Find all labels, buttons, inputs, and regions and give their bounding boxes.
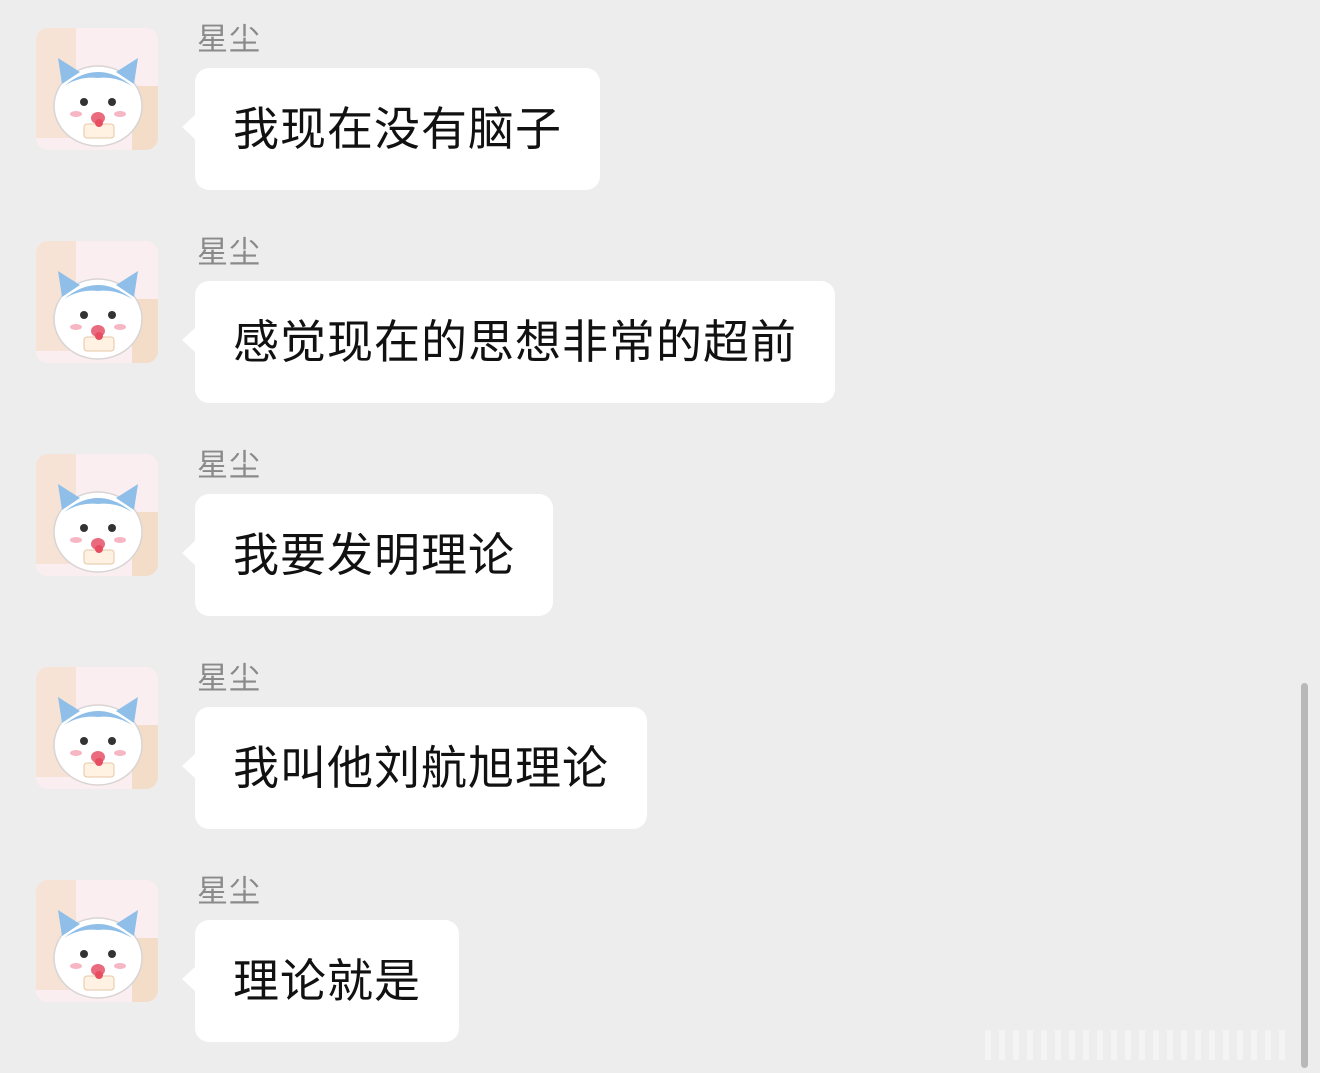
cat-eating-cake-icon xyxy=(36,667,158,789)
message-bubble[interactable]: 我现在没有脑子 xyxy=(182,68,600,190)
message-row: 星尘 我要发明理论 xyxy=(0,426,1290,616)
message-row: 星尘 我叫他刘航旭理论 xyxy=(0,639,1290,829)
avatar[interactable] xyxy=(36,241,158,363)
chat-window: 星尘 我现在没有脑子 星尘 感觉现在的思想非常的超前 星尘 我要发明理论 星尘 … xyxy=(0,0,1320,1073)
sender-name: 星尘 xyxy=(197,235,261,271)
cat-eating-cake-icon xyxy=(36,241,158,363)
message-bubble[interactable]: 感觉现在的思想非常的超前 xyxy=(182,281,835,403)
message-text: 理论就是 xyxy=(233,954,421,1008)
cat-eating-cake-icon xyxy=(36,880,158,1002)
message-bubble[interactable]: 我要发明理论 xyxy=(182,494,553,616)
sender-name: 星尘 xyxy=(197,661,261,697)
cat-eating-cake-icon xyxy=(36,454,158,576)
message-bubble[interactable]: 理论就是 xyxy=(182,920,459,1042)
message-text: 我要发明理论 xyxy=(233,528,515,582)
message-text: 我叫他刘航旭理论 xyxy=(233,741,609,795)
avatar[interactable] xyxy=(36,880,158,1002)
cat-eating-cake-icon xyxy=(36,28,158,150)
message-row: 星尘 理论就是 xyxy=(0,852,1290,1042)
avatar[interactable] xyxy=(36,667,158,789)
message-text: 我现在没有脑子 xyxy=(233,102,562,156)
sender-name: 星尘 xyxy=(197,22,261,58)
avatar[interactable] xyxy=(36,28,158,150)
sender-name: 星尘 xyxy=(197,448,261,484)
avatar[interactable] xyxy=(36,454,158,576)
message-bubble[interactable]: 我叫他刘航旭理论 xyxy=(182,707,647,829)
sender-name: 星尘 xyxy=(197,874,261,910)
message-row: 星尘 我现在没有脑子 xyxy=(0,0,1290,190)
scrollbar[interactable] xyxy=(1301,683,1308,1068)
message-text: 感觉现在的思想非常的超前 xyxy=(233,315,797,369)
message-row: 星尘 感觉现在的思想非常的超前 xyxy=(0,213,1290,403)
watermark-strip xyxy=(985,1030,1285,1060)
